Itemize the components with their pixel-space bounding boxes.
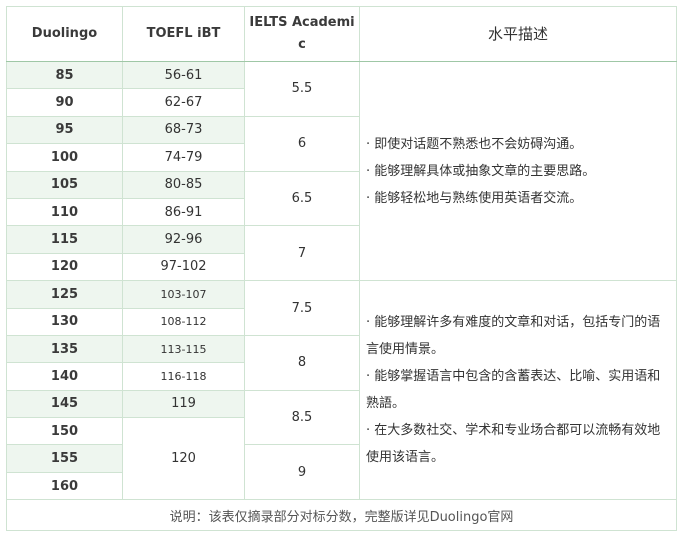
toefl-cell: 116-118 <box>122 362 245 391</box>
toefl-cell: 113-115 <box>122 334 245 364</box>
duolingo-cell: 125 <box>6 280 123 309</box>
toefl-cell: 86-91 <box>122 197 245 227</box>
duolingo-cell: 155 <box>6 444 123 473</box>
header-duolingo: Duolingo <box>6 6 123 62</box>
toefl-cell: 56-61 <box>122 60 245 90</box>
score-comparison-table: Duolingo TOEFL iBT IELTS Academic 水平描述 8… <box>6 6 677 532</box>
duolingo-cell: 140 <box>6 362 123 391</box>
description-line: · 能够理解许多有难度的文章和对话，包括专门的语言使用情景。 <box>366 315 661 358</box>
duolingo-cell: 90 <box>6 88 123 117</box>
ielts-cell: 9 <box>244 444 360 501</box>
duolingo-cell: 95 <box>6 115 123 145</box>
toefl-cell: 120 <box>122 417 245 501</box>
duolingo-cell: 115 <box>6 225 123 254</box>
duolingo-cell: 85 <box>6 60 123 90</box>
duolingo-cell: 110 <box>6 197 123 227</box>
description-line: · 能够掌握语言中包含的含蓄表达、比喻、实用语和熟語。 <box>366 369 661 412</box>
description-line: · 能够理解具体或抽象文章的主要思路。 <box>366 163 596 179</box>
ielts-cell: 8.5 <box>244 389 360 446</box>
ielts-cell: 8 <box>244 334 360 391</box>
table-row: 125 103-107 7.5 · 能够理解许多有难度的文章和对话，包括专门的语… <box>6 280 677 501</box>
duolingo-cell: 145 <box>6 389 123 419</box>
table-note: 说明：该表仅摘录部分对标分数，完整版详见Duolingo官网 <box>6 499 677 532</box>
header-ielts: IELTS Academic <box>244 6 360 62</box>
header-description: 水平描述 <box>359 6 677 62</box>
toefl-cell: 68-73 <box>122 115 245 145</box>
header-ielts-label: IELTS Academic <box>249 15 355 52</box>
ielts-cell: 7 <box>244 225 360 282</box>
table-footer-row: 说明：该表仅摘录部分对标分数，完整版详见Duolingo官网 <box>6 499 677 532</box>
ielts-cell: 6 <box>244 115 360 172</box>
toefl-cell: 74-79 <box>122 143 245 172</box>
score-table-container: Duolingo TOEFL iBT IELTS Academic 水平描述 8… <box>0 0 680 540</box>
description-cell-1: · 即使对话题不熟悉也不会妨碍沟通。 · 能够理解具体或抽象文章的主要思路。 ·… <box>359 60 677 282</box>
duolingo-cell: 150 <box>6 417 123 446</box>
toefl-cell: 119 <box>122 389 245 419</box>
toefl-cell: 108-112 <box>122 307 245 336</box>
ielts-cell: 6.5 <box>244 170 360 227</box>
duolingo-cell: 120 <box>6 252 123 282</box>
duolingo-cell: 130 <box>6 307 123 336</box>
description-line: · 在大多数社交、学术和专业场合都可以流畅有效地使用该语言。 <box>366 423 661 466</box>
duolingo-cell: 135 <box>6 334 123 364</box>
toefl-cell: 97-102 <box>122 252 245 282</box>
header-toefl: TOEFL iBT <box>122 6 245 62</box>
description-cell-2: · 能够理解许多有难度的文章和对话，包括专门的语言使用情景。 · 能够掌握语言中… <box>359 280 677 501</box>
ielts-cell: 7.5 <box>244 280 360 336</box>
toefl-cell: 92-96 <box>122 225 245 254</box>
toefl-cell: 103-107 <box>122 280 245 309</box>
toefl-cell: 80-85 <box>122 170 245 199</box>
description-line: · 能够轻松地与熟练使用英语者交流。 <box>366 190 583 206</box>
duolingo-cell: 100 <box>6 143 123 172</box>
duolingo-cell: 105 <box>6 170 123 199</box>
description-line: · 即使对话题不熟悉也不会妨碍沟通。 <box>366 136 583 152</box>
table-header-row: Duolingo TOEFL iBT IELTS Academic 水平描述 <box>6 6 677 62</box>
duolingo-cell: 160 <box>6 471 123 501</box>
toefl-cell: 62-67 <box>122 88 245 117</box>
table-row: 85 56-61 5.5 · 即使对话题不熟悉也不会妨碍沟通。 · 能够理解具体… <box>6 60 677 282</box>
ielts-cell: 5.5 <box>244 61 360 117</box>
